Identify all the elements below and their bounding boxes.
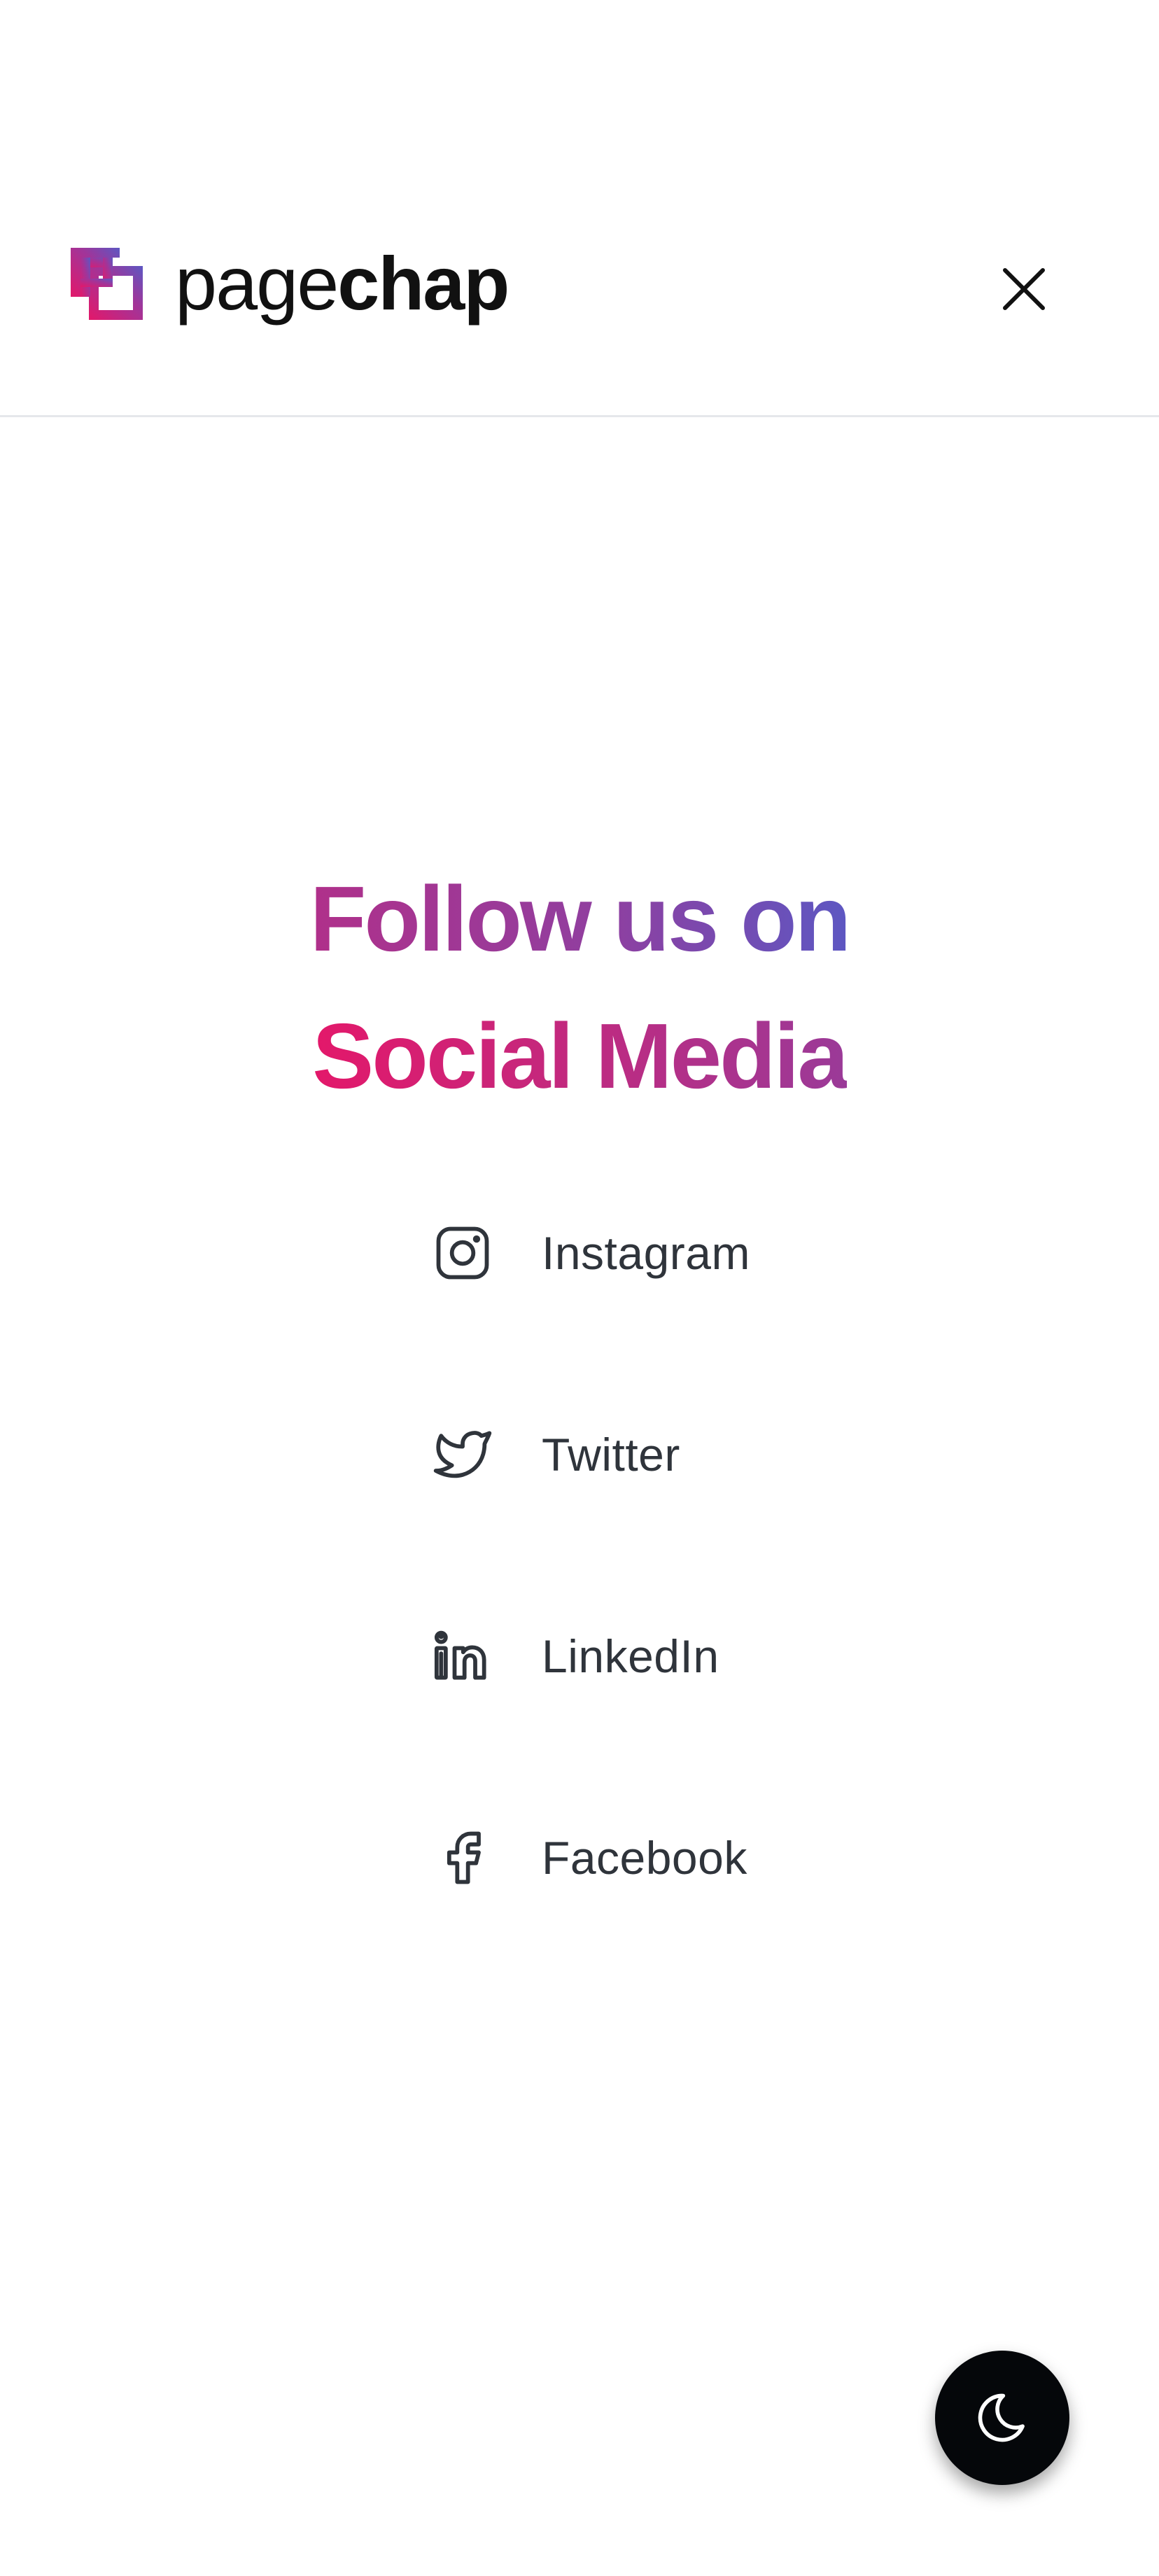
social-link-label: LinkedIn — [542, 1630, 719, 1682]
heading-line-1: Follow us on — [310, 850, 852, 988]
social-link-label: Instagram — [542, 1227, 750, 1279]
close-icon — [1003, 268, 1045, 310]
social-link-instagram[interactable]: Instagram — [426, 1204, 750, 1302]
social-links-list: Instagram Twitter LinkedIn Facebook — [426, 1204, 750, 2010]
social-link-label: Twitter — [542, 1429, 680, 1480]
social-link-label: Facebook — [542, 1832, 747, 1884]
page: pagechap Follow us on Social Media Insta… — [0, 0, 1159, 2576]
logo-text-light: page — [175, 241, 339, 326]
social-heading: Follow us on Social Media — [0, 850, 1159, 1125]
site-header: pagechap — [0, 0, 1159, 417]
social-link-facebook[interactable]: Facebook — [426, 1809, 750, 1907]
social-link-twitter[interactable]: Twitter — [426, 1406, 750, 1504]
close-menu-button[interactable] — [992, 258, 1055, 321]
facebook-icon — [426, 1821, 500, 1895]
instagram-icon — [426, 1216, 500, 1290]
pagechap-logo-mark-icon — [71, 247, 143, 320]
logo-wordmark: pagechap — [175, 246, 510, 321]
heading-line-2: Social Media — [312, 988, 849, 1125]
dark-mode-toggle-button[interactable] — [935, 2351, 1069, 2485]
social-link-linkedin[interactable]: LinkedIn — [426, 1607, 750, 1705]
logo-text-bold: chap — [337, 241, 510, 326]
moon-icon — [978, 2393, 1025, 2442]
linkedin-icon — [426, 1619, 500, 1693]
logo-link[interactable]: pagechap — [66, 241, 510, 326]
twitter-icon — [426, 1418, 500, 1492]
